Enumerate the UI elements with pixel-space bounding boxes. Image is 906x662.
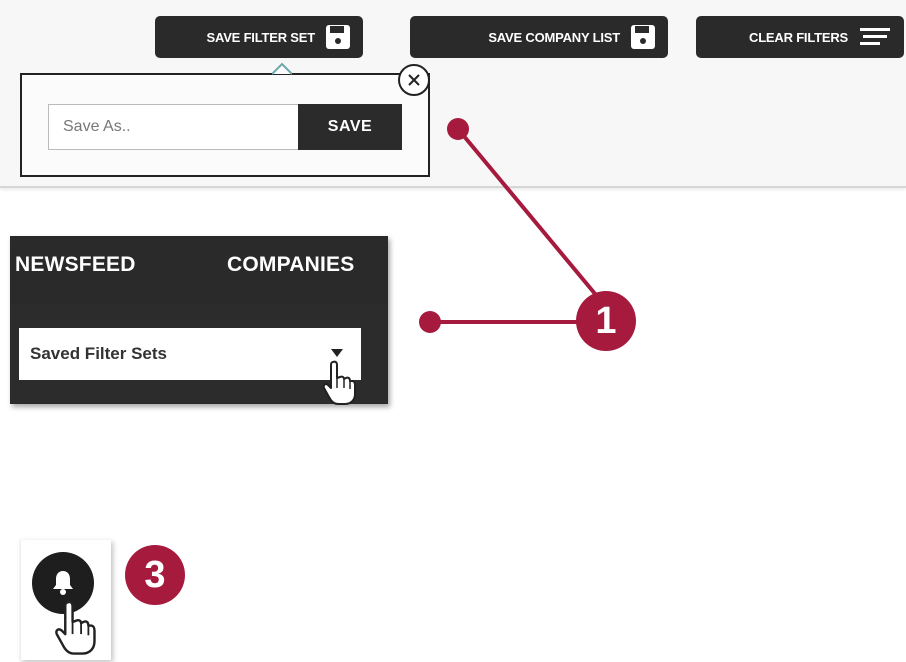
saved-filter-sets-dropdown[interactable]: Saved Filter Sets (19, 328, 361, 380)
bell-icon (53, 571, 73, 595)
tab-newsfeed[interactable]: NEWSFEED (15, 253, 136, 277)
filter-lines-icon (858, 26, 892, 49)
hand-cursor-icon (322, 360, 356, 405)
clear-filters-label: CLEAR FILTERS (749, 29, 848, 45)
close-popover-button[interactable] (398, 64, 430, 96)
callout-badge-3: 3 (125, 545, 185, 605)
close-icon (408, 74, 420, 86)
callout-dot (419, 311, 441, 333)
popover-caret (272, 62, 292, 75)
save-company-list-button[interactable]: SAVE COMPANY LIST (410, 16, 668, 58)
tab-companies[interactable]: COMPANIES (227, 253, 354, 277)
clear-filters-button[interactable]: CLEAR FILTERS (696, 16, 904, 58)
hand-cursor-icon (55, 600, 96, 655)
save-filter-set-label: SAVE FILTER SET (206, 29, 316, 45)
save-as-input[interactable] (48, 104, 299, 150)
dropdown-arrow-icon (331, 349, 343, 357)
save-button[interactable]: SAVE (298, 104, 402, 150)
floppy-disk-icon (325, 24, 351, 50)
floppy-disk-icon (630, 24, 656, 50)
save-filter-set-button[interactable]: SAVE FILTER SET (155, 16, 363, 58)
save-company-list-label: SAVE COMPANY LIST (488, 29, 620, 45)
callout-badge-1: 1 (576, 291, 636, 351)
dropdown-selected-value: Saved Filter Sets (30, 344, 168, 363)
